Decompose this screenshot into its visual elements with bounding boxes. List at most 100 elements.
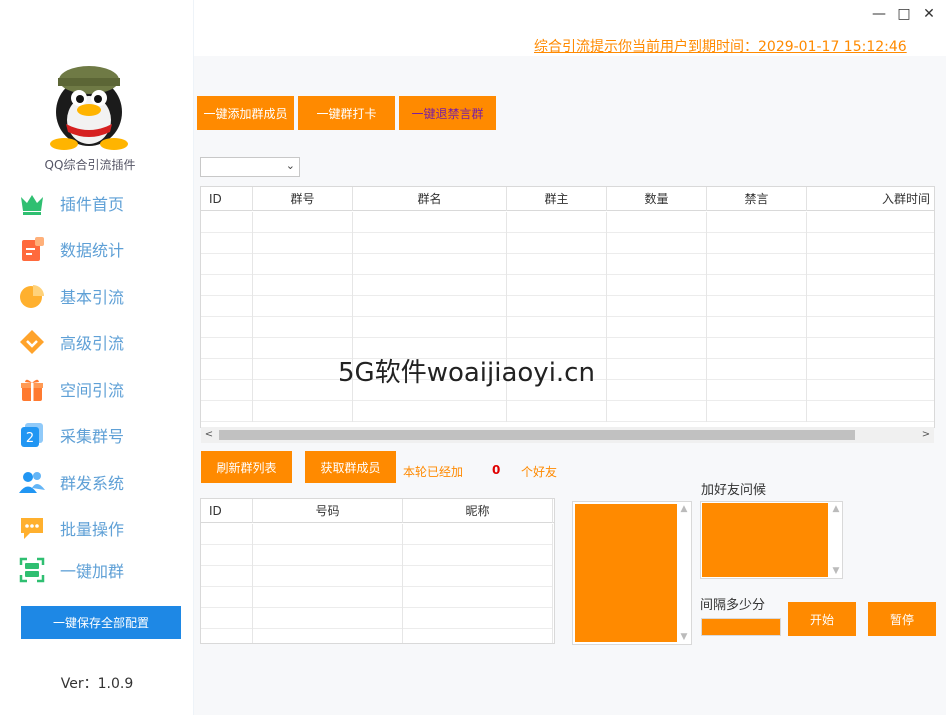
svg-text:2: 2 — [26, 431, 34, 446]
close-icon[interactable]: ✕ — [921, 6, 937, 22]
table-row[interactable] — [201, 629, 553, 643]
table-cell — [201, 545, 253, 566]
group-table-header: ID 群号 群名 群主 数量 禁言 入群时间 — [201, 187, 934, 211]
table-cell — [707, 254, 807, 275]
table-cell — [807, 338, 934, 359]
sidebar-item-stats[interactable]: 数据统计 — [18, 232, 178, 266]
table-cell — [403, 566, 553, 587]
member-table-header: ID 号码 昵称 — [201, 499, 554, 523]
table-cell — [201, 212, 253, 233]
table-cell — [253, 629, 403, 643]
diamond-icon — [18, 328, 46, 356]
member-table[interactable]: ID 号码 昵称 — [200, 498, 555, 644]
table-cell — [253, 296, 353, 317]
table-cell — [807, 254, 934, 275]
sidebar-item-mass-send[interactable]: 群发系统 — [18, 465, 178, 499]
table-row[interactable] — [201, 401, 934, 422]
app-name: QQ综合引流插件 — [44, 158, 136, 172]
chevron-right-icon[interactable]: > — [918, 427, 934, 443]
sidebar-item-collect-groups[interactable]: 2 采集群号 — [18, 418, 178, 452]
expiry-notice-link[interactable]: 综合引流提示你当前用户到期时间：2029-01-17 15:12:46 — [534, 36, 907, 56]
table-cell — [201, 317, 253, 338]
sidebar-item-qzone-traffic[interactable]: 空间引流 — [18, 372, 178, 406]
table-row[interactable] — [201, 212, 934, 233]
exit-muted-groups-button[interactable]: 一键退禁言群 — [399, 96, 496, 130]
pie-chart-icon — [18, 282, 46, 310]
table-cell — [607, 317, 707, 338]
column-header[interactable]: 入群时间 — [807, 187, 934, 211]
table-row[interactable] — [201, 233, 934, 254]
table-cell — [507, 317, 607, 338]
column-header[interactable]: 群主 — [507, 187, 607, 211]
column-header[interactable]: 号码 — [253, 499, 403, 523]
sidebar-item-batch-ops[interactable]: 批量操作 — [18, 511, 178, 545]
sidebar: QQ综合引流插件 插件首页 数据统计 基本引流 高级引流 空间引流 2 采集群号 — [0, 0, 194, 715]
table-cell — [807, 233, 934, 254]
table-row[interactable] — [201, 296, 934, 317]
table-cell — [253, 254, 353, 275]
message-textarea[interactable]: ▲ ▼ — [572, 501, 692, 645]
table-cell — [807, 275, 934, 296]
table-row[interactable] — [201, 254, 934, 275]
greeting-textarea-scrollbar[interactable]: ▲ ▼ — [830, 502, 842, 578]
table-cell — [607, 275, 707, 296]
add-group-members-button[interactable]: 一键添加群成员 — [197, 96, 294, 130]
chevron-left-icon[interactable]: < — [201, 427, 217, 443]
table-cell — [507, 296, 607, 317]
save-all-config-button[interactable]: 一键保存全部配置 — [21, 606, 181, 639]
table-row[interactable] — [201, 524, 553, 545]
maximize-icon[interactable]: □ — [896, 6, 912, 22]
minimize-icon[interactable]: — — [871, 6, 887, 22]
table-row[interactable] — [201, 545, 553, 566]
sidebar-item-advanced-traffic[interactable]: 高级引流 — [18, 325, 178, 359]
table-cell — [403, 545, 553, 566]
table-cell — [253, 608, 403, 629]
group-table-hscrollbar[interactable]: < > — [201, 427, 934, 443]
watermark-text: 5G软件woaijiaoyi.cn — [338, 358, 595, 388]
column-header[interactable]: ID — [201, 499, 253, 523]
message-textarea-scrollbar[interactable]: ▲ ▼ — [678, 502, 690, 644]
group-table[interactable]: ID 群号 群名 群主 数量 禁言 入群时间 — [200, 186, 935, 428]
table-row[interactable] — [201, 587, 553, 608]
chevron-up-icon[interactable]: ▲ — [678, 504, 690, 514]
sidebar-item-home[interactable]: 插件首页 — [18, 186, 178, 220]
scan-frame-icon — [18, 556, 46, 584]
column-header[interactable]: 禁言 — [707, 187, 807, 211]
start-button[interactable]: 开始 — [788, 602, 856, 636]
table-cell — [507, 275, 607, 296]
column-header[interactable]: 数量 — [607, 187, 707, 211]
chevron-up-icon[interactable]: ▲ — [830, 504, 842, 514]
table-cell — [707, 275, 807, 296]
group-filter-select[interactable]: ⌄ — [200, 157, 300, 177]
chevron-down-icon: ⌄ — [285, 159, 295, 172]
column-header[interactable]: 昵称 — [403, 499, 553, 523]
group-checkin-button[interactable]: 一键群打卡 — [298, 96, 395, 130]
pause-button[interactable]: 暂停 — [868, 602, 936, 636]
interval-minutes-input[interactable] — [701, 618, 781, 636]
chevron-down-icon[interactable]: ▼ — [830, 566, 842, 576]
number-two-icon: 2 — [18, 421, 46, 449]
table-cell — [201, 608, 253, 629]
fetch-group-members-button[interactable]: 获取群成员 — [305, 451, 396, 483]
table-cell — [403, 587, 553, 608]
scrollbar-thumb[interactable] — [219, 430, 855, 440]
qq-penguin-logo — [44, 54, 134, 150]
table-cell — [353, 254, 507, 275]
sidebar-item-one-click-join[interactable]: 一键加群 — [18, 553, 178, 587]
table-cell — [507, 254, 607, 275]
column-header[interactable]: ID — [201, 187, 253, 211]
chevron-down-icon[interactable]: ▼ — [678, 632, 690, 642]
sidebar-item-label: 采集群号 — [60, 427, 125, 446]
column-header[interactable]: 群号 — [253, 187, 353, 211]
sidebar-item-basic-traffic[interactable]: 基本引流 — [18, 279, 178, 313]
table-row[interactable] — [201, 317, 934, 338]
table-row[interactable] — [201, 566, 553, 587]
refresh-group-list-button[interactable]: 刷新群列表 — [201, 451, 292, 483]
greeting-textarea[interactable]: ▲ ▼ — [700, 501, 843, 579]
column-header[interactable]: 群名 — [353, 187, 507, 211]
sidebar-item-label: 数据统计 — [60, 241, 125, 260]
table-cell — [253, 275, 353, 296]
table-row[interactable] — [201, 275, 934, 296]
table-row[interactable] — [201, 608, 553, 629]
users-icon — [18, 468, 46, 496]
